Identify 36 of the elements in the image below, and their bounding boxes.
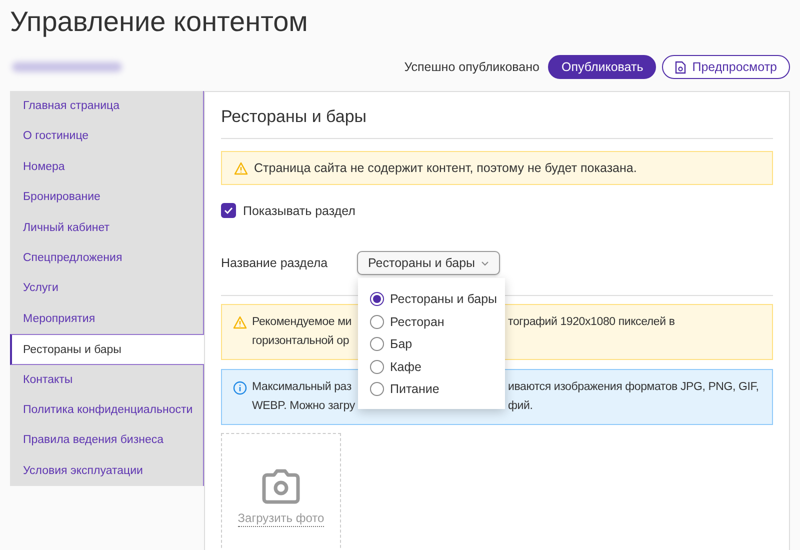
chevron-icon [481, 260, 490, 266]
note-text: Максимальный раз [252, 380, 352, 395]
document-icon [675, 60, 686, 74]
alert-text: Страница сайта не содержит контент, поэтому не будет показана. [254, 161, 637, 175]
preview-button[interactable]: Предпросмотр [662, 55, 790, 79]
page-title: Управление контентом [9, 5, 309, 39]
dropdown-option[interactable]: Бар [358, 333, 505, 356]
note-text: тографий 1920x1080 пикселей в [508, 315, 675, 330]
radio-button[interactable] [370, 314, 384, 329]
dropdown-option[interactable]: Питание [358, 378, 505, 400]
radio-button[interactable] [370, 382, 384, 396]
publish-button[interactable]: Опубликовать [548, 55, 656, 79]
checkbox[interactable] [221, 203, 236, 218]
upload-label: Загрузить фото [238, 511, 324, 527]
radio-button[interactable] [370, 360, 384, 374]
dropdown-option[interactable]: Рестораны и бары [358, 288, 505, 310]
note-text: фий. [508, 399, 534, 414]
warning-icon [234, 162, 248, 174]
checkbox-label: Показывать раздел [243, 204, 356, 218]
publish-status: Успешно опубликовано [404, 60, 540, 74]
note-text: WEBP. Можно загру [252, 399, 356, 414]
note-text: горизонтальной ор [252, 334, 350, 349]
radio-button[interactable] [370, 337, 384, 352]
field-label: Название раздела [221, 256, 329, 270]
warning-icon [233, 316, 247, 329]
section-name-dropdown[interactable]: Рестораны и бары [357, 251, 500, 275]
camera-icon [261, 469, 301, 505]
note-text: Рекомендуемое ми [252, 315, 353, 330]
section-title: Рестораны и бары [221, 106, 368, 128]
info-icon [233, 381, 247, 395]
dropdown-option[interactable]: Кафе [358, 356, 505, 378]
dropdown-option[interactable]: Ресторан [358, 310, 505, 333]
sidebar-item[interactable]: Рестораны и бары [10, 334, 204, 365]
check-icon [224, 207, 233, 214]
radio-button[interactable] [370, 292, 384, 306]
note-text: иваются изображения форматов JPG, PNG, GIF, [508, 380, 759, 395]
